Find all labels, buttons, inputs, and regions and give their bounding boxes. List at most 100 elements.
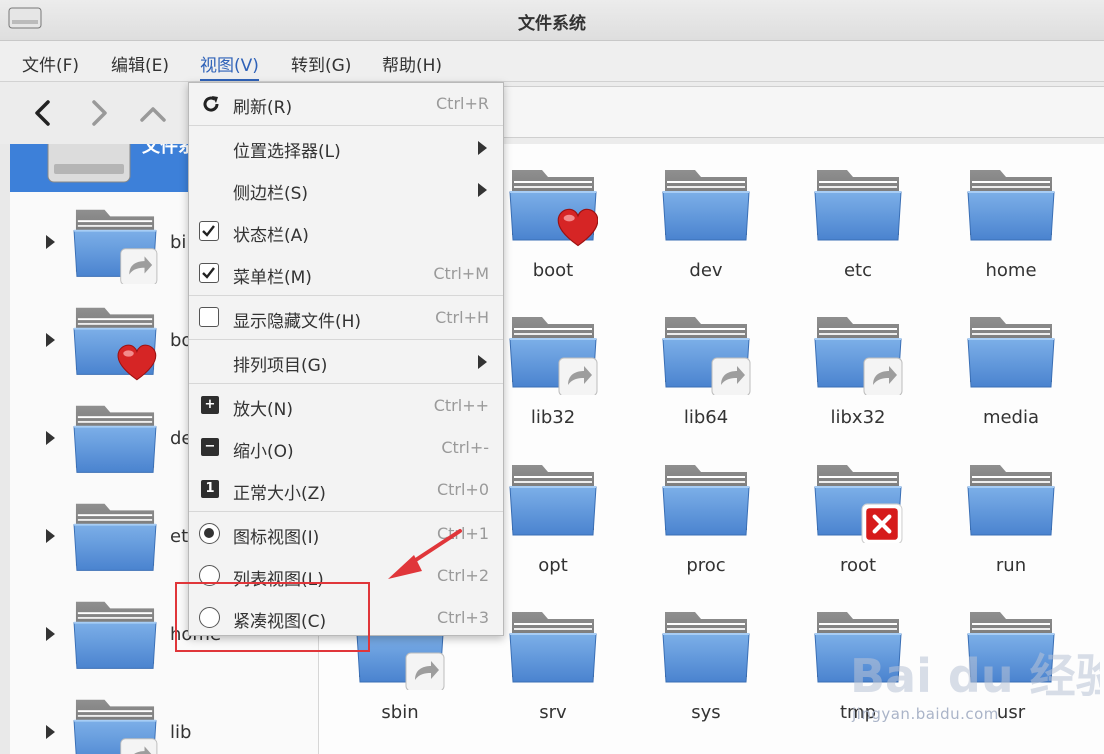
menu-label: 放大(N): [233, 400, 293, 420]
menu-accel: Ctrl+3: [436, 608, 489, 627]
menu-item-hidden-files[interactable]: 显示隐藏文件(H) Ctrl+H: [189, 297, 503, 339]
watermark-url: jingyan.baidu.com: [852, 705, 999, 723]
zoom-in-icon: +: [201, 396, 219, 414]
menu-item-statusbar[interactable]: 状态栏(A): [189, 211, 503, 253]
menu-item-menubar[interactable]: 菜单栏(M) Ctrl+M: [189, 253, 503, 295]
menu-separator: [189, 339, 503, 340]
folder-item[interactable]: media: [941, 311, 1081, 451]
radio-selected-icon[interactable]: [199, 523, 220, 544]
folder-label: dev: [689, 260, 723, 281]
folder-icon: [966, 311, 1056, 395]
normal-size-icon: 1: [201, 480, 219, 498]
folder-item[interactable]: proc: [636, 459, 776, 599]
folder-icon: [508, 459, 598, 543]
menu-item-zoom-in[interactable]: + 放大(N) Ctrl++: [189, 385, 503, 427]
folder-icon: [661, 311, 751, 395]
menu-file[interactable]: 文件(F): [22, 51, 79, 76]
checkbox-checked-icon[interactable]: [199, 221, 219, 241]
location-bar[interactable]: [500, 86, 1104, 138]
menu-item-zoom-out[interactable]: − 缩小(O) Ctrl+-: [189, 427, 503, 469]
checkbox-unchecked-icon[interactable]: [199, 307, 219, 327]
folder-icon: [661, 164, 751, 248]
menu-accel: Ctrl++: [433, 396, 489, 415]
folder-label: opt: [538, 555, 568, 576]
folder-label: boot: [532, 260, 574, 281]
folder-item[interactable]: boot: [483, 164, 623, 304]
folder-icon: [508, 606, 598, 690]
expander-icon[interactable]: [46, 529, 55, 543]
menu-item-refresh[interactable]: 刷新(R) Ctrl+R: [189, 83, 503, 125]
checkbox-checked-icon[interactable]: [199, 263, 219, 283]
menu-separator: [189, 295, 503, 296]
folder-item[interactable]: opt: [483, 459, 623, 599]
menu-item-normal-size[interactable]: 1 正常大小(Z) Ctrl+0: [189, 469, 503, 511]
folder-item[interactable]: home: [941, 164, 1081, 304]
expander-icon[interactable]: [46, 431, 55, 445]
folder-item[interactable]: dev: [636, 164, 776, 304]
tree-label: bi: [170, 232, 187, 253]
menu-item-arrange[interactable]: 排列项目(G): [189, 341, 503, 383]
menu-item-location-selector[interactable]: 位置选择器(L): [189, 127, 503, 169]
forward-icon[interactable]: [84, 96, 114, 130]
back-icon[interactable]: [28, 96, 58, 130]
folder-label: proc: [686, 555, 726, 576]
folder-label: etc: [843, 260, 873, 281]
folder-icon: [72, 302, 158, 381]
folder-item[interactable]: libx32: [788, 311, 928, 451]
folder-icon: [661, 459, 751, 543]
folder-label: run: [995, 555, 1027, 576]
menu-label: 侧边栏(S): [233, 184, 309, 204]
folder-label: sbin: [381, 702, 419, 723]
expander-icon[interactable]: [46, 725, 55, 739]
menu-label: 菜单栏(M): [233, 268, 312, 288]
refresh-icon: [203, 96, 219, 112]
folder-label: lib32: [530, 407, 576, 428]
expander-icon[interactable]: [46, 333, 55, 347]
menu-label: 排列项目(G): [233, 356, 328, 376]
menu-separator: [189, 383, 503, 384]
menu-go[interactable]: 转到(G): [291, 51, 351, 76]
folder-item[interactable]: root: [788, 459, 928, 599]
folder-item[interactable]: srv: [483, 606, 623, 746]
folder-label: sys: [691, 702, 721, 723]
annotation-highlight-box: [175, 582, 370, 652]
folder-icon: [72, 204, 158, 284]
folder-label: home: [985, 260, 1037, 281]
menu-accel: Ctrl+0: [436, 480, 489, 499]
submenu-arrow-icon: [478, 141, 487, 155]
annotation-arrow-icon: [388, 529, 462, 579]
menu-view[interactable]: 视图(V): [200, 51, 259, 81]
menu-label: 图标视图(I): [233, 528, 320, 548]
folder-item[interactable]: etc: [788, 164, 928, 304]
folder-label: root: [839, 555, 877, 576]
folder-label: media: [982, 407, 1040, 428]
folder-item[interactable]: sys: [636, 606, 776, 746]
folder-label: libx32: [830, 407, 886, 428]
menu-label: 位置选择器(L): [233, 142, 341, 162]
title-bar: 文件系统: [0, 0, 1104, 41]
expander-icon[interactable]: [46, 627, 55, 641]
folder-icon: [72, 596, 158, 676]
folder-label: srv: [539, 702, 567, 723]
svg-text:Bai du 经验: Bai du 经验: [850, 649, 1100, 703]
menu-accel: Ctrl+R: [436, 94, 489, 113]
submenu-arrow-icon: [478, 183, 487, 197]
harddisk-icon: [47, 144, 131, 183]
folder-label: lib64: [683, 407, 729, 428]
folder-icon: [661, 606, 751, 690]
folder-icon: [813, 459, 903, 543]
folder-item[interactable]: lib64: [636, 311, 776, 451]
menu-item-sidebar[interactable]: 侧边栏(S): [189, 169, 503, 211]
menu-edit[interactable]: 编辑(E): [111, 51, 169, 76]
folder-icon: [72, 400, 158, 480]
zoom-out-icon: −: [201, 438, 219, 456]
tree-row[interactable]: lib: [10, 684, 318, 754]
folder-item[interactable]: lib32: [483, 311, 623, 451]
up-icon[interactable]: [138, 96, 168, 130]
folder-icon: [966, 164, 1056, 248]
folder-item[interactable]: run: [941, 459, 1081, 599]
expander-icon[interactable]: [46, 235, 55, 249]
menu-help[interactable]: 帮助(H): [382, 51, 442, 76]
tree-label: et: [170, 526, 189, 547]
menu-label: 缩小(O): [233, 442, 294, 462]
